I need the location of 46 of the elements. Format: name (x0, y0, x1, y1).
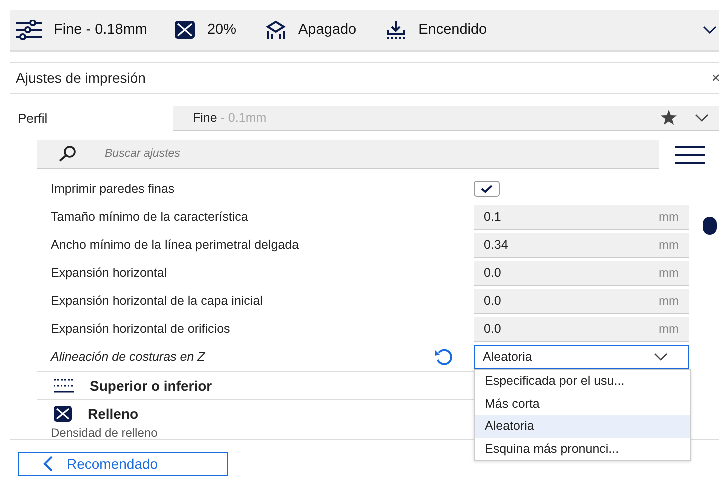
dropdown-option[interactable]: Esquina más pronunci... (475, 438, 690, 460)
infill-icon (54, 406, 72, 422)
chevron-icon (695, 114, 709, 122)
reset-icon[interactable] (434, 348, 454, 366)
layers-icon (54, 378, 74, 392)
star-icon[interactable] (661, 110, 677, 125)
search-icon (59, 146, 77, 162)
dropdown-option[interactable]: Más corta (475, 392, 690, 415)
number-field[interactable]: 0.0 mm (474, 260, 689, 286)
number-field[interactable]: 0.0 mm (474, 316, 689, 342)
infill-icon[interactable] (175, 21, 196, 39)
number-field[interactable]: 0.34 mm (474, 232, 689, 258)
panel-title: Ajustes de impresión (16, 70, 146, 86)
dropdown-option[interactable]: Especificada por el usu... (475, 370, 690, 392)
chevron-icon[interactable] (703, 26, 717, 34)
toolbar-label[interactable]: Apagado (298, 22, 357, 38)
number-field[interactable]: 0.0 mm (474, 288, 689, 314)
profile-dropdown[interactable]: Fine - 0.1mm (173, 106, 719, 130)
setting-label: Expansión horizontal de orificios (51, 322, 232, 336)
checkbox[interactable] (474, 181, 500, 197)
setting-label: Imprimir paredes finas (51, 182, 176, 196)
search-field[interactable]: Buscar ajustes (37, 140, 659, 169)
toolbar-label[interactable]: Encendido (418, 22, 488, 38)
close-icon[interactable] (713, 74, 719, 82)
menu-icon[interactable] (675, 146, 705, 164)
profile-label: Perfil (17, 110, 49, 126)
setting-label: Tamaño mínimo de la característica (51, 210, 250, 224)
category-header[interactable]: Superior o inferior (90, 378, 212, 394)
support-icon[interactable] (264, 20, 287, 40)
setting-label: Densidad de relleno (50, 427, 159, 440)
scrollbar-thumb[interactable] (703, 217, 717, 235)
toolbar-label[interactable]: 20% (207, 22, 237, 38)
category-header[interactable]: Relleno (88, 406, 139, 422)
number-field[interactable]: 0.1 mm (474, 204, 689, 230)
setting-label: Expansión horizontal de la capa inicial (51, 294, 264, 308)
seam-dropdown[interactable]: Aleatoria (474, 345, 689, 369)
sliders-icon[interactable] (16, 20, 42, 40)
check-icon (481, 185, 493, 193)
toolbar-label[interactable]: Fine - 0.18mm (54, 22, 148, 38)
setting-label: Ancho mínimo de la línea perimetral delgada (51, 238, 300, 252)
setting-label: Expansión horizontal (51, 266, 168, 280)
recommended-button[interactable]: Recomendado (18, 452, 228, 476)
dropdown-option[interactable]: Aleatoria (475, 415, 690, 438)
download-icon[interactable] (384, 20, 407, 40)
setting-label: Alineación de costuras en Z (51, 350, 206, 364)
chevron-icon (654, 353, 668, 361)
